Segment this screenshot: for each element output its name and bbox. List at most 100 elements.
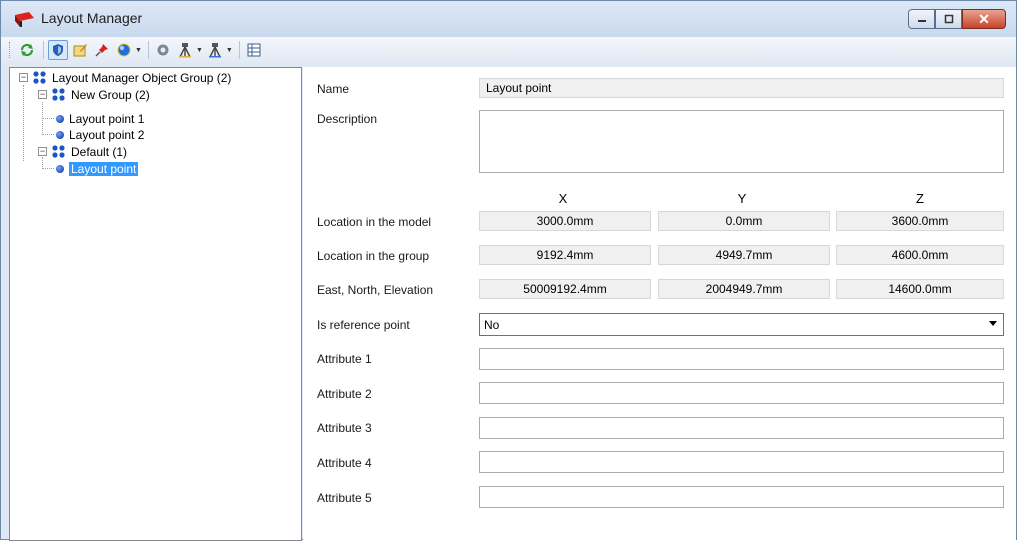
chevron-down-icon[interactable]: ▼ xyxy=(196,47,203,54)
location-model-y-value: 0.0mm xyxy=(725,214,763,228)
description-label: Description xyxy=(317,112,378,126)
location-group-z[interactable]: 4600.0mm xyxy=(836,245,1004,265)
east-north-elevation-z[interactable]: 14600.0mm xyxy=(836,279,1004,299)
minimize-button[interactable] xyxy=(908,9,935,29)
layout-point-icon xyxy=(56,164,64,173)
location-model-x-value: 3000.0mm xyxy=(536,214,594,228)
attribute-5-field[interactable] xyxy=(479,486,1004,508)
table-icon xyxy=(247,43,261,57)
chevron-down-icon[interactable]: ▼ xyxy=(135,47,142,54)
tree-root[interactable]: − Layout Manager Object Group (2) xyxy=(19,69,231,86)
dropdown-arrow-icon[interactable] xyxy=(989,321,997,326)
edit-note-button[interactable] xyxy=(70,40,90,60)
tripod-icon xyxy=(178,43,191,58)
name-label: Name xyxy=(317,82,350,96)
east-north-elevation-label: East, North, Elevation xyxy=(317,283,434,297)
attribute-2-field[interactable] xyxy=(479,382,1004,404)
close-icon: ✕ xyxy=(978,10,990,27)
close-button[interactable]: ✕ xyxy=(962,9,1006,29)
name-field[interactable]: Layout point xyxy=(479,78,1004,98)
table-button[interactable] xyxy=(244,40,264,60)
tree-connector xyxy=(42,134,54,135)
description-field[interactable] xyxy=(479,110,1004,173)
layout-manager-window: Layout Manager ✕ ▼ ▼ ▼ − Layout Manager … xyxy=(0,0,1017,541)
tree-group-label: New Group (2) xyxy=(71,87,150,102)
settings-button[interactable] xyxy=(153,40,173,60)
tree-connector xyxy=(42,118,54,119)
tree-root-label: Layout Manager Object Group (2) xyxy=(52,70,232,85)
east-north-elevation-z-value: 14600.0mm xyxy=(888,282,952,296)
pin-icon xyxy=(95,44,108,57)
attribute-1-label: Attribute 1 xyxy=(317,352,372,366)
attribute-2-label: Attribute 2 xyxy=(317,387,372,401)
location-group-y[interactable]: 4949.7mm xyxy=(658,245,830,265)
chevron-down-icon[interactable]: ▼ xyxy=(226,47,233,54)
gear-icon xyxy=(157,44,169,56)
object-tree[interactable]: − Layout Manager Object Group (2) − New … xyxy=(9,67,302,541)
group-icon xyxy=(52,87,65,101)
reference-point-value: No xyxy=(484,317,500,332)
pin-button[interactable] xyxy=(92,40,112,60)
location-model-y[interactable]: 0.0mm xyxy=(658,211,830,231)
sphere-dropdown-icon xyxy=(117,43,131,57)
layout-point-icon xyxy=(56,114,64,123)
name-value: Layout point xyxy=(486,81,552,95)
location-group-x-value: 9192.4mm xyxy=(536,248,594,262)
toolbar: ▼ ▼ ▼ xyxy=(1,37,1016,63)
minimize-icon xyxy=(917,20,926,22)
tripod-alt-icon xyxy=(208,43,221,58)
toolbar-grip[interactable] xyxy=(9,42,13,58)
window-controls: ✕ xyxy=(908,9,1006,31)
reference-point-select[interactable]: No xyxy=(479,313,1004,336)
attribute-5-label: Attribute 5 xyxy=(317,491,372,505)
toolbar-separator xyxy=(43,41,44,59)
collapse-icon[interactable]: − xyxy=(38,147,47,156)
shield-icon xyxy=(53,44,63,56)
sphere-dropdown-button[interactable] xyxy=(114,40,134,60)
shield-button[interactable] xyxy=(48,40,68,60)
refresh-button[interactable] xyxy=(17,40,37,60)
reference-point-label: Is reference point xyxy=(317,318,410,332)
properties-form: Name Layout point Description X Y Z Loca… xyxy=(303,67,1016,541)
tree-item-layout-point-1[interactable]: Layout point 1 xyxy=(56,110,144,127)
east-north-elevation-x[interactable]: 50009192.4mm xyxy=(479,279,651,299)
location-group-z-value: 4600.0mm xyxy=(891,248,949,262)
east-north-elevation-x-value: 50009192.4mm xyxy=(523,282,607,296)
group-icon xyxy=(33,70,46,84)
tree-connector xyxy=(23,85,24,161)
collapse-icon[interactable]: − xyxy=(19,73,28,82)
title-bar[interactable]: Layout Manager ✕ xyxy=(1,1,1016,37)
tree-item-label: Layout point 1 xyxy=(69,111,145,126)
tree-item-label-selected: Layout point xyxy=(69,161,139,176)
tree-item-layout-point-2[interactable]: Layout point 2 xyxy=(56,126,144,143)
toolbar-separator xyxy=(238,41,240,59)
location-model-x[interactable]: 3000.0mm xyxy=(479,211,651,231)
restore-button[interactable] xyxy=(935,9,962,29)
group-icon xyxy=(52,144,65,158)
location-group-x[interactable]: 9192.4mm xyxy=(479,245,651,265)
layout-point-icon xyxy=(56,130,64,139)
east-north-elevation-y-value: 2004949.7mm xyxy=(705,282,783,296)
tree-item-layout-point[interactable]: Layout point xyxy=(56,160,139,177)
column-header-y: Y xyxy=(737,191,747,206)
restore-icon xyxy=(944,14,953,24)
tripod-alt-button[interactable] xyxy=(205,40,225,60)
layout-manager-app-icon xyxy=(15,12,34,27)
collapse-icon[interactable]: − xyxy=(38,90,47,99)
tree-group-new-group[interactable]: − New Group (2) xyxy=(38,86,150,103)
attribute-4-field[interactable] xyxy=(479,451,1004,473)
attribute-4-label: Attribute 4 xyxy=(317,456,372,470)
location-group-label: Location in the group xyxy=(317,249,430,263)
attribute-3-field[interactable] xyxy=(479,417,1004,439)
toolbar-separator xyxy=(147,41,149,59)
edit-note-icon xyxy=(73,44,87,57)
column-header-x: X xyxy=(558,191,568,206)
tripod-button[interactable] xyxy=(175,40,195,60)
window-title: Layout Manager xyxy=(41,10,143,26)
tree-group-default[interactable]: − Default (1) xyxy=(38,143,127,160)
east-north-elevation-y[interactable]: 2004949.7mm xyxy=(658,279,830,299)
refresh-icon xyxy=(20,43,34,57)
attribute-3-label: Attribute 3 xyxy=(317,421,372,435)
attribute-1-field[interactable] xyxy=(479,348,1004,370)
location-model-z[interactable]: 3600.0mm xyxy=(836,211,1004,231)
